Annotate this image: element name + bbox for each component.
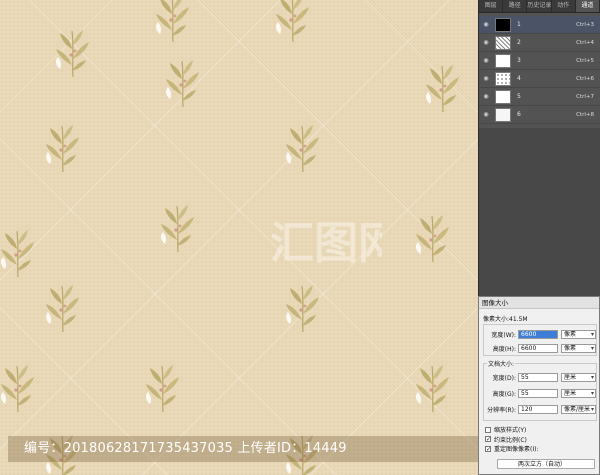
constrain-proportions-option[interactable]: ✓ 约束比例(C)	[485, 435, 538, 445]
document-size-group: 文档大小: 宽度(D): 55 厘米 高度(G): 55 厘米 分辨率(R): …	[483, 359, 597, 421]
channel-list: ◉ 1 Ctrl+3 ◉ 2 Ctrl+4 ◉ 3 Ctrl+5 ◉ 4 Ctr…	[479, 16, 600, 124]
eye-icon[interactable]: ◉	[479, 93, 493, 100]
channel-thumbnail	[495, 53, 511, 68]
channel-name: 1	[517, 21, 521, 28]
channel-name: 2	[517, 39, 521, 46]
channel-shortcut: Ctrl+7	[576, 93, 594, 100]
floral-sprig-motif	[270, 0, 316, 44]
floral-sprig-motif	[150, 0, 196, 44]
floral-sprig-motif	[420, 60, 466, 114]
doc-width-row: 宽度(D): 55 厘米	[484, 372, 596, 383]
scale-styles-option[interactable]: 缩放样式(Y)	[485, 425, 538, 435]
channel-shortcut: Ctrl+8	[576, 111, 594, 118]
channel-name: 5	[517, 93, 521, 100]
pixel-height-row: 高度(H): 6600 像素	[484, 343, 596, 354]
doc-height-input[interactable]: 55	[518, 389, 558, 398]
floral-sprig-motif	[40, 280, 86, 334]
channel-thumbnail	[495, 71, 511, 86]
pixel-width-label: 宽度(W):	[491, 332, 516, 339]
watermark-logo: 汇图网	[270, 218, 382, 269]
resolution-label: 分辨率(R):	[487, 407, 516, 414]
channel-thumbnail	[495, 35, 511, 50]
floral-sprig-motif	[0, 360, 41, 414]
channel-shortcut: Ctrl+3	[576, 21, 594, 28]
pixel-height-label: 高度(H):	[492, 346, 516, 353]
channel-thumbnail	[495, 17, 511, 32]
resample-option[interactable]: ✓ 重定图像像素(I):	[485, 444, 538, 454]
channel-shortcut: Ctrl+5	[576, 57, 594, 64]
eye-icon[interactable]: ◉	[479, 111, 493, 118]
floral-sprig-motif	[155, 200, 201, 254]
resolution-unit-select[interactable]: 像素/厘米	[561, 405, 596, 414]
channel-row[interactable]: ◉ 5 Ctrl+7	[479, 88, 600, 106]
resample-method-select[interactable]: 两次立方（自动）	[497, 459, 595, 469]
channel-row[interactable]: ◉ 4 Ctrl+6	[479, 70, 600, 88]
caption-text: 编号：20180628171735437035 上传者ID：14449	[24, 441, 347, 456]
channel-thumbnail	[495, 107, 511, 122]
svg-text:汇图网: 汇图网	[270, 218, 382, 269]
dialog-title: 图像大小	[479, 297, 599, 309]
channel-thumbnail	[495, 89, 511, 104]
doc-height-row: 高度(G): 55 厘米	[484, 388, 596, 399]
channel-name: 4	[517, 75, 521, 82]
tab-paths[interactable]: 路径	[503, 0, 528, 12]
doc-width-unit-select[interactable]: 厘米	[561, 373, 596, 382]
image-size-dialog: 图像大小 像素大小:41.5M 宽度(W): 6600 像素 高度(H): 66…	[478, 296, 600, 475]
options-checkboxes: 缩放样式(Y) ✓ 约束比例(C) ✓ 重定图像像素(I):	[485, 425, 538, 454]
floral-sprig-motif	[0, 225, 41, 279]
resample-label: 重定图像像素(I):	[494, 446, 539, 454]
pixel-width-input[interactable]: 6600	[518, 330, 558, 339]
panel-tabs: 图层 路径 历史记录 动作 通道	[479, 0, 600, 13]
scale-styles-checkbox[interactable]	[485, 426, 491, 433]
floral-sprig-motif	[50, 25, 96, 79]
pixel-width-row: 宽度(W): 6600 像素	[484, 329, 596, 340]
constrain-proportions-label: 约束比例(C)	[494, 436, 527, 444]
pixel-height-unit-select[interactable]: 像素	[561, 344, 596, 353]
document-canvas[interactable]: 汇图网	[0, 0, 478, 475]
eye-icon[interactable]: ◉	[479, 57, 493, 64]
floral-sprig-motif	[280, 120, 326, 174]
doc-height-unit-select[interactable]: 厘米	[561, 389, 596, 398]
document-size-title: 文档大小:	[487, 359, 516, 368]
floral-sprig-motif	[410, 210, 456, 264]
doc-width-label: 宽度(D):	[492, 375, 516, 382]
channel-name: 3	[517, 57, 521, 64]
channel-shortcut: Ctrl+4	[576, 39, 594, 46]
channel-row[interactable]: ◉ 1 Ctrl+3	[479, 16, 600, 34]
pixel-width-unit-select[interactable]: 像素	[561, 330, 596, 339]
resolution-input[interactable]: 120	[518, 405, 558, 414]
floral-sprig-motif	[140, 360, 186, 414]
channel-name: 6	[517, 111, 521, 118]
tab-layers[interactable]: 图层	[479, 0, 504, 12]
eye-icon[interactable]: ◉	[479, 75, 493, 82]
channel-shortcut: Ctrl+6	[576, 75, 594, 82]
eye-icon[interactable]: ◉	[479, 39, 493, 46]
channel-row[interactable]: ◉ 3 Ctrl+5	[479, 52, 600, 70]
doc-height-label: 高度(G):	[492, 391, 516, 398]
pixel-size-group: 宽度(W): 6600 像素 高度(H): 6600 像素	[483, 324, 597, 356]
floral-sprig-motif	[280, 280, 326, 334]
floral-sprig-motif	[410, 360, 456, 414]
channel-row[interactable]: ◉ 6 Ctrl+8	[479, 106, 600, 124]
tab-actions[interactable]: 动作	[552, 0, 576, 12]
floral-sprig-motif	[40, 120, 86, 174]
constrain-proportions-checkbox[interactable]: ✓	[485, 436, 491, 443]
eye-icon[interactable]: ◉	[479, 21, 493, 28]
channel-row[interactable]: ◉ 2 Ctrl+4	[479, 34, 600, 52]
scale-styles-label: 缩放样式(Y)	[494, 427, 527, 435]
floral-sprig-motif	[160, 55, 206, 109]
tab-channels[interactable]: 通道	[575, 0, 600, 12]
resolution-row: 分辨率(R): 120 像素/厘米	[484, 404, 596, 415]
tab-history[interactable]: 历史记录	[527, 0, 552, 12]
resample-checkbox[interactable]: ✓	[485, 445, 491, 452]
doc-width-input[interactable]: 55	[518, 373, 558, 382]
pixel-dimensions-readout: 像素大小:41.5M	[483, 316, 528, 323]
pixel-height-input[interactable]: 6600	[518, 344, 558, 353]
